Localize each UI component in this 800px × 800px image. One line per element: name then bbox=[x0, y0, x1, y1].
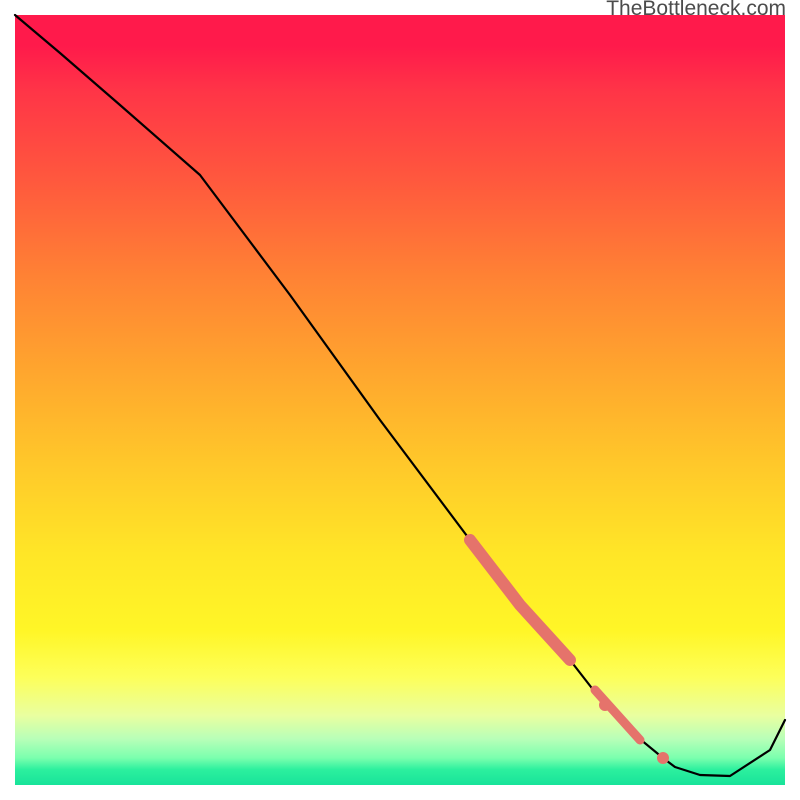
bottleneck-chart: TheBottleneck.com bbox=[0, 0, 800, 800]
heat-gradient-background bbox=[15, 15, 785, 785]
